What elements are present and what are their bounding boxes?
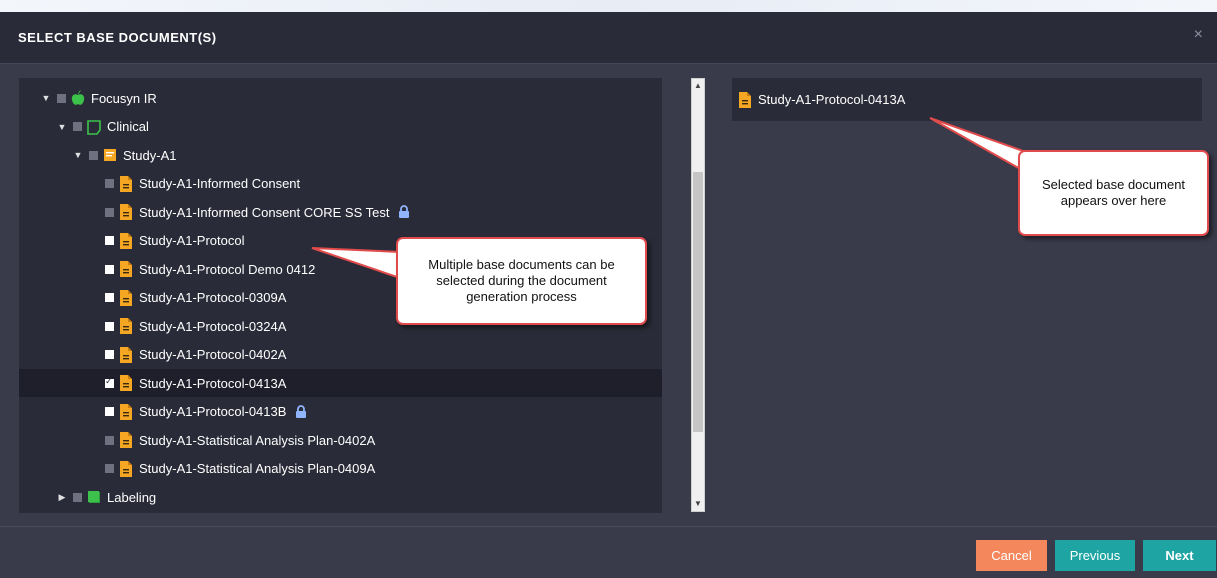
document-icon (119, 375, 133, 391)
tree-row[interactable]: ▼ Focusyn IR (19, 84, 662, 112)
tree-item-label: Study-A1-Protocol-0413A (139, 375, 287, 391)
study-folder-icon (103, 147, 117, 163)
tree-item-label: Study-A1-Protocol (139, 233, 245, 248)
tree-row[interactable]: ▼ Study-A1 (19, 141, 662, 169)
tree-row[interactable]: Study-A1-Protocol-0413B (19, 398, 662, 426)
lock-icon (397, 205, 411, 219)
tree-checkbox[interactable] (73, 492, 82, 502)
tree-item-label: Labeling (107, 489, 157, 505)
tree-item-label: Study-A1-Informed Consent CORE SS Test (139, 204, 390, 220)
tree-item-label: Clinical (107, 119, 149, 134)
caret-down-icon[interactable]: ▼ (39, 93, 53, 103)
document-icon (119, 346, 133, 363)
caret-down-icon[interactable]: ▼ (55, 122, 69, 132)
tree-row[interactable]: Study-A1-Informed Consent (19, 170, 662, 198)
document-icon (119, 175, 133, 192)
scroll-up-arrow-icon[interactable]: ▲ (692, 79, 704, 93)
tree-item-label: Focusyn IR (91, 90, 157, 106)
tree-checkbox[interactable] (57, 93, 66, 103)
scroll-thumb[interactable] (693, 172, 703, 432)
tree-row[interactable]: ▶ Labeling (19, 483, 662, 511)
tree-item-label: Study-A1-Informed Consent (139, 176, 301, 191)
callout-pointer-left (311, 247, 401, 280)
tree-checkbox[interactable] (105, 264, 114, 274)
tree-checkbox[interactable] (105, 464, 114, 473)
callout-multiple-selection-text: Multiple base documents can be selected … (428, 257, 615, 304)
tree-checkbox[interactable] (89, 150, 98, 160)
dialog-header: SELECT BASE DOCUMENT(S) × (0, 12, 1217, 64)
document-icon (119, 204, 133, 220)
document-icon (119, 289, 133, 306)
selected-document-label[interactable]: Study-A1-Protocol-0413A (758, 92, 905, 107)
tree-row[interactable]: ▼ Clinical (19, 113, 662, 141)
tree-checkbox[interactable] (105, 435, 114, 445)
document-icon (119, 432, 133, 448)
footer-divider (0, 526, 1217, 527)
document-icon (119, 403, 133, 420)
close-icon[interactable]: × (1194, 26, 1203, 44)
tree-checkbox[interactable] (105, 350, 114, 359)
previous-button[interactable]: Previous (1055, 540, 1135, 571)
cancel-button[interactable]: Cancel (976, 540, 1047, 571)
tree-checkbox[interactable] (105, 321, 114, 331)
callout-selected-document-text: Selected base document appears over here (1041, 177, 1186, 208)
document-icon (738, 91, 752, 108)
tree-scrollbar[interactable]: ▲ ▼ (691, 78, 705, 512)
lock-icon (294, 404, 308, 419)
document-icon (119, 460, 133, 477)
apple-icon (71, 90, 85, 106)
tree-item-label: Study-A1-Protocol-0413B (139, 404, 287, 419)
labeling-icon (87, 489, 101, 505)
tree-item-label: Study-A1-Protocol Demo 0412 (139, 261, 316, 277)
tree-item-label: Study-A1-Protocol-0324A (139, 318, 287, 334)
folder-outline-icon (87, 119, 101, 135)
tree-row[interactable]: Study-A1-Protocol-0413A (19, 369, 662, 397)
tree-row[interactable]: Study-A1-Statistical Analysis Plan-0402A (19, 426, 662, 454)
tree-checkbox[interactable] (105, 236, 114, 245)
document-icon (119, 261, 133, 277)
document-icon (119, 232, 133, 249)
caret-right-icon[interactable]: ▶ (55, 492, 69, 503)
tree-item-label: Study-A1-Protocol-0309A (139, 290, 287, 305)
tree-checkbox[interactable] (105, 376, 114, 388)
callout-multiple-selection: Multiple base documents can be selected … (396, 237, 647, 325)
tree-row[interactable]: Study-A1-Informed Consent CORE SS Test (19, 198, 662, 226)
next-button[interactable]: Next (1143, 540, 1216, 571)
document-icon (119, 318, 133, 334)
page-background (0, 0, 1217, 12)
dialog-title: SELECT BASE DOCUMENT(S) (18, 30, 217, 45)
tree-row[interactable]: Study-A1-Statistical Analysis Plan-0409A (19, 455, 662, 483)
tree-checkbox[interactable] (105, 179, 114, 188)
tree-item-label: Study-A1 (123, 147, 177, 163)
tree-item-label: Study-A1-Statistical Analysis Plan-0409A (139, 461, 376, 476)
caret-down-icon[interactable]: ▼ (71, 150, 85, 160)
tree-item-label: Study-A1-Protocol-0402A (139, 347, 287, 362)
tree-checkbox[interactable] (105, 407, 114, 416)
scroll-down-arrow-icon[interactable]: ▼ (692, 497, 704, 511)
tree-checkbox[interactable] (105, 293, 114, 302)
tree-checkbox[interactable] (105, 207, 114, 217)
tree-checkbox[interactable] (73, 122, 82, 131)
tree-item-label: Study-A1-Statistical Analysis Plan-0402A (139, 432, 376, 448)
callout-selected-document: Selected base document appears over here (1018, 150, 1209, 236)
tree-row[interactable]: Study-A1-Protocol-0402A (19, 341, 662, 369)
